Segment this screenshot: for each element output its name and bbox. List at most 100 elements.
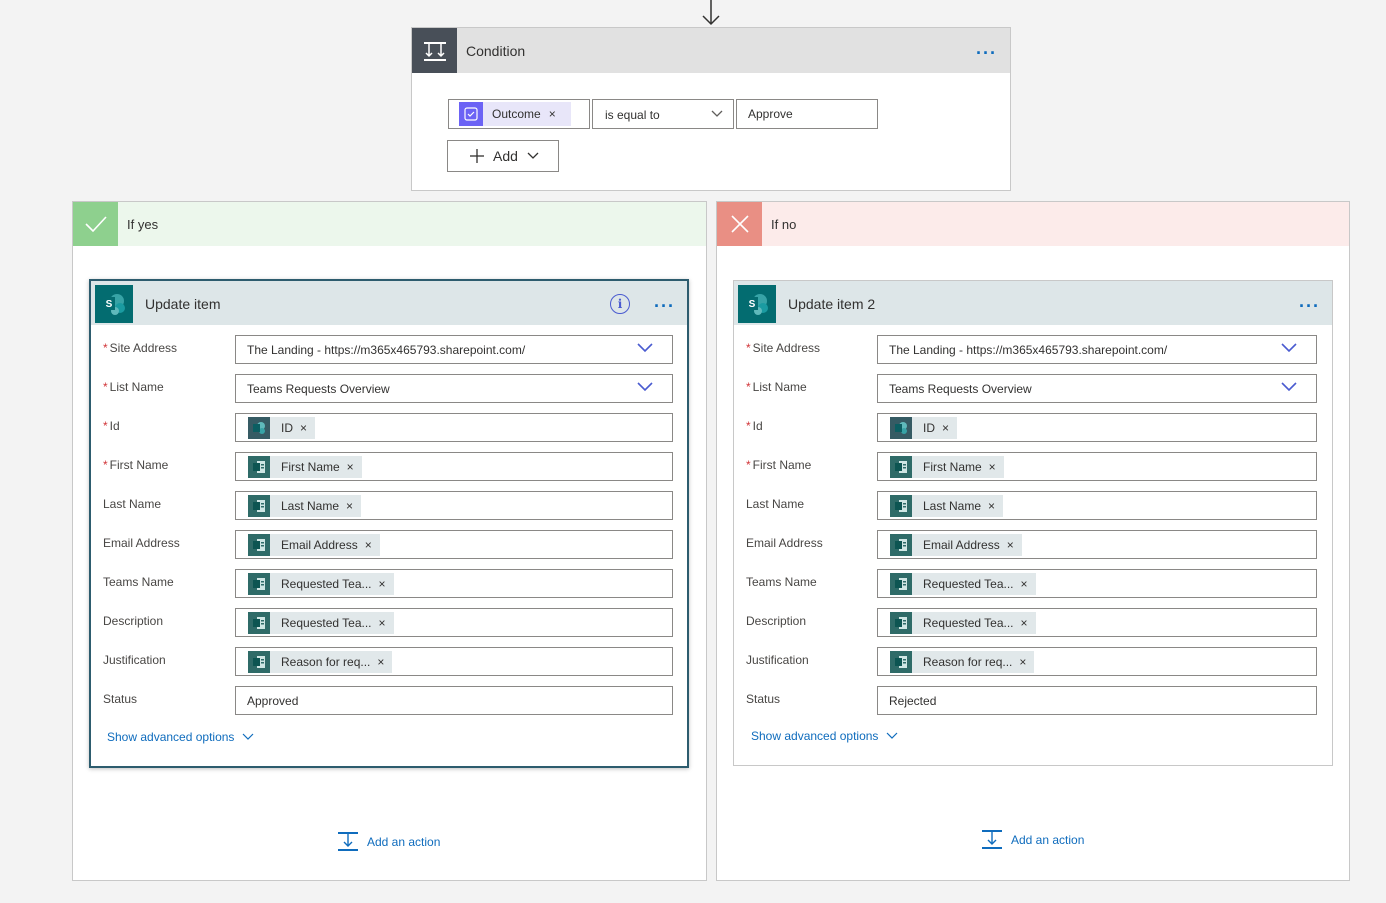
remove-token-icon[interactable]: × (379, 577, 386, 591)
field-label-id: * Id (746, 419, 763, 433)
email-address-input[interactable]: Email Address × (877, 530, 1317, 559)
add-action-icon (338, 832, 358, 851)
remove-token-icon[interactable]: × (1019, 655, 1026, 669)
id-input[interactable]: ID × (877, 413, 1317, 442)
svg-text:S: S (106, 299, 113, 310)
remove-token-icon[interactable]: × (377, 655, 384, 669)
field-label-last-name: Last Name (746, 497, 804, 511)
remove-token-icon[interactable]: × (988, 499, 995, 513)
dynamic-content-token[interactable]: Requested Tea... × (248, 573, 394, 595)
justification-input[interactable]: Reason for req... × (235, 647, 673, 676)
dynamic-content-token[interactable]: Last Name × (890, 495, 1004, 517)
site-address-select[interactable]: The Landing - https://m365x465793.sharep… (877, 335, 1317, 364)
last-name-input[interactable]: Last Name × (235, 491, 673, 520)
id-input[interactable]: ID × (235, 413, 673, 442)
update-item-2-card[interactable]: S Update item 2 ··· Show advanced option… (733, 280, 1333, 766)
field-label-description: Description (103, 614, 163, 628)
status-input[interactable]: Approved (235, 686, 673, 715)
remove-token-icon[interactable]: × (379, 616, 386, 630)
dynamic-content-token[interactable]: Reason for req... × (890, 651, 1035, 673)
required-marker: * (103, 419, 108, 433)
close-icon (717, 202, 762, 246)
dynamic-content-token[interactable]: Email Address × (890, 534, 1022, 556)
condition-right-operand[interactable]: Approve (736, 99, 878, 129)
update-item-title: Update item (145, 296, 221, 312)
forms-icon (248, 495, 270, 517)
remove-token-icon[interactable]: × (347, 460, 354, 474)
token-label: First Name (281, 460, 340, 474)
field-label-first-name: * First Name (103, 458, 168, 472)
condition-operator-select[interactable]: is equal to (592, 99, 734, 129)
token-label: Requested Tea... (281, 616, 372, 630)
add-action-button[interactable]: Add an action (337, 832, 440, 852)
condition-left-operand[interactable]: Outcome × (448, 99, 590, 129)
teams-name-input[interactable]: Requested Tea... × (877, 569, 1317, 598)
condition-card[interactable]: Condition ··· Outcome × is equal to Appr… (411, 27, 1011, 191)
forms-icon (890, 495, 912, 517)
dynamic-content-token[interactable]: Reason for req... × (248, 651, 393, 673)
field-label-status: Status (746, 692, 780, 706)
dynamic-content-token[interactable]: Requested Tea... × (248, 612, 394, 634)
description-input[interactable]: Requested Tea... × (235, 608, 673, 637)
token-label: Last Name (281, 499, 340, 513)
first-name-input[interactable]: First Name × (877, 452, 1317, 481)
token-label: Reason for req... (923, 655, 1013, 669)
field-label-first-name: * First Name (746, 458, 811, 472)
dynamic-content-token[interactable]: Requested Tea... × (890, 612, 1036, 634)
if-yes-header[interactable]: If yes (73, 202, 706, 246)
update-item-card[interactable]: S Update item i ··· Show advanced option… (89, 279, 689, 768)
field-label-text: Description (746, 614, 807, 628)
condition-header[interactable]: Condition ··· (412, 28, 1010, 73)
teams-name-input[interactable]: Requested Tea... × (235, 569, 673, 598)
card-menu-button[interactable]: ··· (1299, 297, 1320, 315)
field-label-description: Description (746, 614, 806, 628)
token-label: Last Name (923, 499, 982, 513)
dynamic-content-token[interactable]: Requested Tea... × (890, 573, 1036, 595)
add-action-button[interactable]: Add an action (981, 830, 1084, 850)
show-advanced-options-link[interactable]: Show advanced options (751, 729, 898, 743)
update-item-2-header[interactable]: S Update item 2 ··· (734, 281, 1332, 325)
dynamic-content-token[interactable]: ID × (248, 417, 316, 439)
field-label-text: Id (752, 419, 763, 433)
required-marker: * (103, 341, 108, 355)
outcome-token[interactable]: Outcome × (459, 102, 571, 126)
chevron-down-icon (636, 381, 654, 396)
first-name-input[interactable]: First Name × (235, 452, 673, 481)
show-advanced-options-link[interactable]: Show advanced options (107, 730, 254, 744)
remove-token-icon[interactable]: × (1021, 577, 1028, 591)
remove-token-icon[interactable]: × (346, 499, 353, 513)
dynamic-content-token[interactable]: Last Name × (248, 495, 362, 517)
advanced-options-label: Show advanced options (751, 729, 879, 743)
remove-token-icon[interactable]: × (365, 538, 372, 552)
remove-token-icon[interactable]: × (1007, 538, 1014, 552)
remove-token-icon[interactable]: × (300, 421, 307, 435)
card-menu-button[interactable]: ··· (654, 297, 675, 315)
email-address-input[interactable]: Email Address × (235, 530, 673, 559)
dynamic-content-token[interactable]: First Name × (890, 456, 1004, 478)
remove-token-icon[interactable]: × (549, 107, 556, 121)
list-name-select[interactable]: Teams Requests Overview (235, 374, 673, 403)
status-input[interactable]: Rejected (877, 686, 1317, 715)
remove-token-icon[interactable]: × (1021, 616, 1028, 630)
description-input[interactable]: Requested Tea... × (877, 608, 1317, 637)
list-name-select[interactable]: Teams Requests Overview (877, 374, 1317, 403)
condition-menu-button[interactable]: ··· (976, 44, 997, 62)
approvals-icon (459, 102, 483, 126)
field-value: The Landing - https://m365x465793.sharep… (247, 343, 526, 357)
update-item-header[interactable]: S Update item i ··· (91, 281, 687, 325)
add-condition-button[interactable]: Add (447, 140, 559, 172)
info-icon[interactable]: i (610, 294, 630, 314)
if-no-branch: If no S Update item 2 ··· Show advanced … (716, 201, 1350, 881)
token-label: Email Address (281, 538, 358, 552)
remove-token-icon[interactable]: × (942, 421, 949, 435)
site-address-select[interactable]: The Landing - https://m365x465793.sharep… (235, 335, 673, 364)
dynamic-content-token[interactable]: ID × (890, 417, 958, 439)
chevron-down-icon (711, 110, 723, 117)
remove-token-icon[interactable]: × (989, 460, 996, 474)
if-no-header[interactable]: If no (717, 202, 1349, 246)
dynamic-content-token[interactable]: First Name × (248, 456, 362, 478)
last-name-input[interactable]: Last Name × (877, 491, 1317, 520)
field-label-text: Site Address (752, 341, 821, 355)
justification-input[interactable]: Reason for req... × (877, 647, 1317, 676)
dynamic-content-token[interactable]: Email Address × (248, 534, 380, 556)
